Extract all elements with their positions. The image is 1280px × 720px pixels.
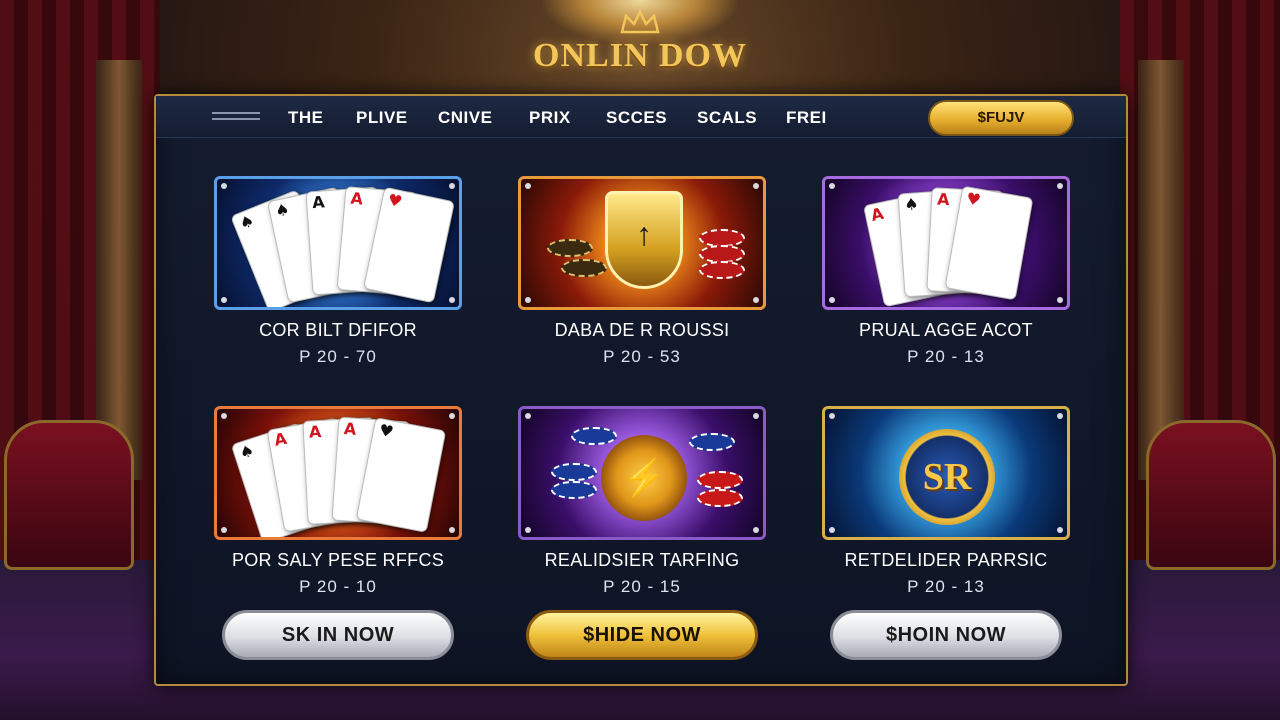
game-thumbnail[interactable]: A ♠ A ♥ xyxy=(822,176,1070,310)
game-title: PRUAL AGGE ACOT xyxy=(859,320,1033,340)
game-title: DABA DE R ROUSSI xyxy=(554,320,730,340)
nav-item-scals[interactable]: SCALS xyxy=(697,108,757,128)
game-title: REALIDSIER TARFING xyxy=(544,550,740,570)
nav-item-prix[interactable]: PRIX xyxy=(529,108,571,128)
game-meta: P 20 - 13 xyxy=(907,577,985,596)
game-thumbnail[interactable]: SR xyxy=(822,406,1070,540)
chip-icon xyxy=(551,481,597,499)
dice-icon xyxy=(561,259,607,277)
game-lobby-panel: THE PLIVE CNIVE PRIX SCCES SCALS FREI $F… xyxy=(154,94,1128,686)
chip-icon xyxy=(689,433,735,451)
nav-item-the[interactable]: THE xyxy=(288,108,324,128)
dice-icon xyxy=(547,239,593,257)
game-tile-1[interactable]: ♠ ♠ A A ♥ COR BILT DFIFOR P 20 - 70 xyxy=(214,176,462,367)
game-tile-6[interactable]: SR RETDELIDER PARRSIC P 20 - 13 xyxy=(822,406,1070,597)
nav-item-cnive[interactable]: CNIVE xyxy=(438,108,492,128)
game-title: RETDELIDER PARRSIC xyxy=(844,550,1048,570)
game-tile-3[interactable]: A ♠ A ♥ PRUAL AGGE ACOT P 20 - 13 xyxy=(822,176,1070,367)
chip-icon xyxy=(697,489,743,507)
armchair-left xyxy=(4,420,134,570)
game-meta: P 20 - 13 xyxy=(907,347,985,366)
game-thumbnail[interactable]: ⚡ xyxy=(518,406,766,540)
game-tile-5[interactable]: ⚡ REALIDSIER TARFING P 20 - 15 xyxy=(518,406,766,597)
game-title: POR SALY PESE RFFCS xyxy=(231,550,445,570)
game-thumbnail[interactable]: ↑ xyxy=(518,176,766,310)
chip-icon xyxy=(551,463,597,481)
sr-emblem-icon: SR xyxy=(899,429,995,525)
game-meta: P 20 - 10 xyxy=(299,577,377,596)
menu-icon[interactable] xyxy=(212,112,260,124)
site-logo[interactable]: ONLIN DOW xyxy=(440,8,840,88)
header-cta-button[interactable]: $FUJV xyxy=(928,100,1074,136)
chip-icon xyxy=(571,427,617,445)
join-now-button-2[interactable]: $HIDE NOW xyxy=(526,610,758,660)
logo-text: ONLIN DOW xyxy=(533,37,747,74)
armchair-right xyxy=(1146,420,1276,570)
nav-item-frei[interactable]: FREI xyxy=(786,108,827,128)
nav-item-plive[interactable]: PLIVE xyxy=(356,108,408,128)
game-meta: P 20 - 53 xyxy=(603,347,681,366)
pillar-right xyxy=(1138,60,1184,480)
game-title: COR BILT DFIFOR xyxy=(259,320,417,340)
crown-icon xyxy=(620,9,660,34)
shield-icon: ↑ xyxy=(605,191,683,289)
game-tile-2[interactable]: ↑ DABA DE R ROUSSI P 20 - 53 xyxy=(518,176,766,367)
join-now-button-1[interactable]: SK IN NOW xyxy=(222,610,454,660)
pillar-left xyxy=(96,60,142,480)
game-thumbnail[interactable]: ♠ ♠ A A ♥ xyxy=(214,176,462,310)
join-now-button-3[interactable]: $HOIN NOW xyxy=(830,610,1062,660)
game-meta: P 20 - 70 xyxy=(299,347,377,366)
lightning-coin-icon: ⚡ xyxy=(601,435,687,521)
chip-icon xyxy=(699,261,745,279)
chip-icon xyxy=(697,471,743,489)
top-navigation: THE PLIVE CNIVE PRIX SCCES SCALS FREI $F… xyxy=(156,96,1126,138)
game-meta: P 20 - 15 xyxy=(603,577,681,596)
nav-item-scces[interactable]: SCCES xyxy=(606,108,667,128)
game-tile-4[interactable]: ♠ A A A ♥ POR SALY PESE RFFCS P 20 - 10 xyxy=(214,406,462,597)
game-thumbnail[interactable]: ♠ A A A ♥ xyxy=(214,406,462,540)
